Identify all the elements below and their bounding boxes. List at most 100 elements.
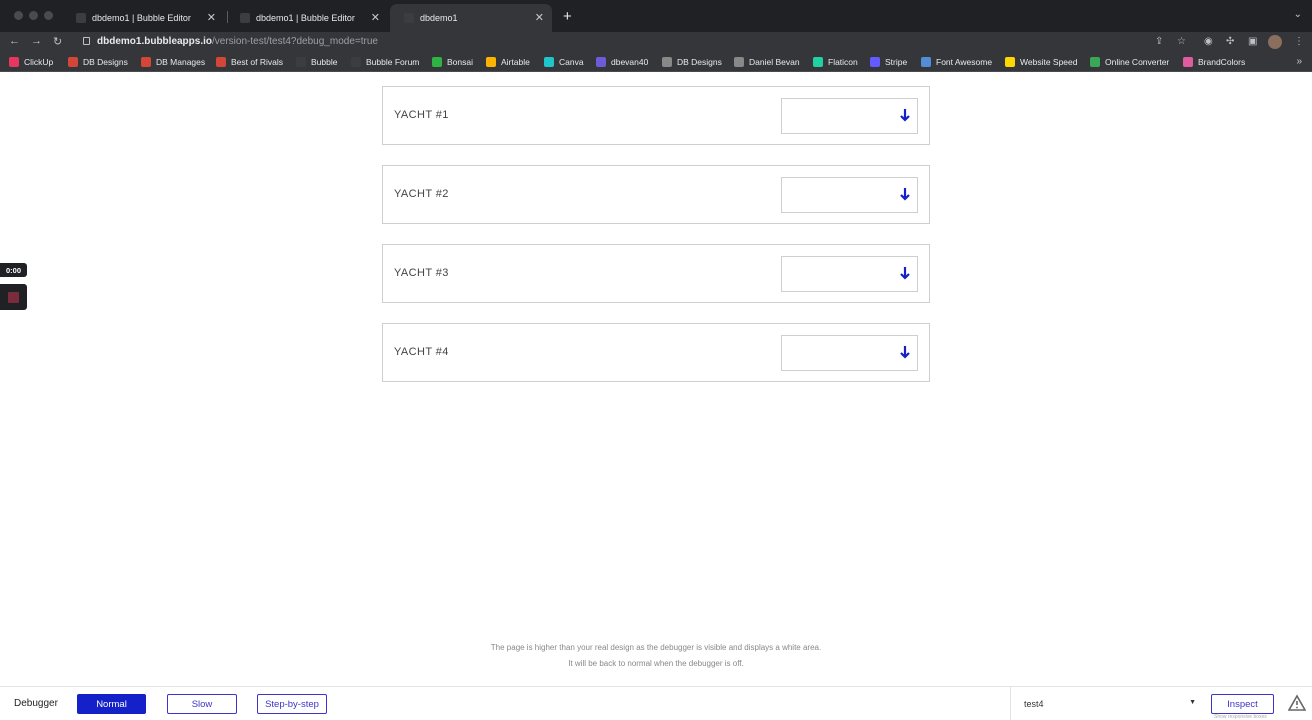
recording-timer: 0:00 — [0, 263, 27, 277]
page-select-dropdown[interactable]: test4 ▼ — [1010, 687, 1204, 720]
tab-title: dbdemo1 — [420, 13, 458, 23]
show-responsive-boxes-link[interactable]: Show responsive boxes — [1214, 714, 1267, 720]
tab-favicon — [404, 13, 414, 23]
bookmark-label: Bubble — [311, 57, 338, 67]
mode-slow-button[interactable]: Slow — [167, 694, 237, 714]
forward-arrow-icon[interactable]: → — [31, 35, 42, 47]
bookmark-canva[interactable]: Canva — [544, 57, 584, 67]
yacht-dropdown[interactable] — [781, 177, 918, 213]
bookmarks-overflow-icon[interactable]: » — [1296, 56, 1302, 67]
bookmark-dbevan40[interactable]: dbevan40 — [596, 57, 648, 67]
arrow-down-icon — [900, 267, 910, 280]
url-path: /version-test/test4?debug_mode=true — [212, 36, 378, 47]
bubble-icon — [351, 57, 361, 67]
bookmark-clickup[interactable]: ClickUp — [9, 57, 53, 67]
bookmark-star-icon[interactable]: ☆ — [1177, 36, 1186, 47]
window-close-dot[interactable] — [14, 11, 23, 20]
caret-down-icon: ▼ — [1189, 699, 1196, 706]
arrow-down-icon — [900, 346, 910, 359]
bookmark-db-manages[interactable]: DB Manages — [141, 57, 205, 67]
bookmark-label: Bonsai — [447, 57, 473, 67]
yacht-row: YACHT #2 — [382, 165, 930, 224]
yacht-dropdown[interactable] — [781, 256, 918, 292]
gmail-icon — [68, 57, 78, 67]
tab-close-icon[interactable]: ✕ — [535, 11, 544, 24]
bookmark-label: Stripe — [885, 57, 908, 67]
extensions-puzzle-icon[interactable]: ✣ — [1226, 36, 1234, 47]
bookmark-daniel-bevan[interactable]: Daniel Bevan — [734, 57, 800, 67]
tab-close-icon[interactable]: ✕ — [371, 11, 380, 24]
new-tab-button[interactable]: + — [563, 8, 572, 25]
browser-menu-icon[interactable]: ⋮ — [1294, 36, 1304, 47]
yacht-dropdown[interactable] — [781, 335, 918, 371]
browser-tab-1[interactable]: dbdemo1 | Bubble Editor ✕ — [62, 4, 224, 32]
yacht-dropdown[interactable] — [781, 98, 918, 134]
bookmark-icon — [9, 57, 19, 67]
bookmark-bubble-forum[interactable]: Bubble Forum — [351, 57, 419, 67]
side-panel-icon[interactable]: ▣ — [1248, 36, 1257, 47]
yacht-label: YACHT #3 — [394, 267, 449, 279]
bookmark-bonsai[interactable]: Bonsai — [432, 57, 473, 67]
bookmark-label: Online Converter — [1105, 57, 1170, 67]
tab-search-icon[interactable]: ⌄ — [1294, 9, 1302, 20]
inspect-button[interactable]: Inspect — [1211, 694, 1274, 714]
page-content: YACHT #1 YACHT #2 YACHT #3 YACHT #4 The … — [0, 72, 1312, 686]
mode-normal-button[interactable]: Normal — [77, 694, 146, 714]
bookmark-label: ClickUp — [24, 57, 54, 67]
debugger-notice-line2: It will be back to normal when the debug… — [568, 659, 744, 668]
bookmark-label: Canva — [559, 57, 584, 67]
flaticon-icon — [813, 57, 823, 67]
bookmark-db-designs-2[interactable]: DB Designs — [662, 57, 722, 67]
bookmark-db-designs[interactable]: DB Designs — [68, 57, 128, 67]
arrow-down-icon — [900, 188, 910, 201]
lock-icon[interactable] — [83, 37, 90, 45]
bookmark-stripe[interactable]: Stripe — [870, 57, 907, 67]
bookmark-best-of-rivals[interactable]: Best of Rivals — [216, 57, 283, 67]
address-bar[interactable]: dbdemo1.bubbleapps.io/version-test/test4… — [97, 36, 378, 47]
warning-icon[interactable] — [1288, 694, 1306, 712]
arrow-down-icon — [900, 109, 910, 122]
browser-tab-2[interactable]: dbdemo1 | Bubble Editor ✕ — [226, 4, 388, 32]
share-icon[interactable]: ⇪ — [1155, 36, 1163, 47]
gmail-icon — [141, 57, 151, 67]
bookmark-bubble[interactable]: Bubble — [296, 57, 337, 67]
bookmark-label: DB Manages — [156, 57, 206, 67]
camera-extension-icon[interactable]: ◉ — [1204, 36, 1213, 47]
stop-icon — [8, 292, 19, 303]
bookmark-label: DB Designs — [83, 57, 128, 67]
window-zoom-dot[interactable] — [44, 11, 53, 20]
canva-icon — [544, 57, 554, 67]
page-select-value: test4 — [1024, 699, 1044, 709]
recording-stop-button[interactable] — [0, 284, 27, 310]
bookmark-icon — [734, 57, 744, 67]
profile-avatar[interactable] — [1268, 35, 1282, 49]
debugger-bar: Debugger Normal Slow Step-by-step test4 … — [0, 686, 1312, 720]
bookmark-label: Website Speed — [1020, 57, 1078, 67]
bookmark-online-converter[interactable]: Online Converter — [1090, 57, 1169, 67]
browser-toolbar: ← → ↻ dbdemo1.bubbleapps.io/version-test… — [0, 32, 1312, 53]
bookmark-brandcolors[interactable]: BrandColors — [1183, 57, 1245, 67]
tab-close-icon[interactable]: ✕ — [207, 11, 216, 24]
bookmark-label: Bubble Forum — [366, 57, 420, 67]
bookmark-airtable[interactable]: Airtable — [486, 57, 530, 67]
bookmark-flaticon[interactable]: Flaticon — [813, 57, 858, 67]
yacht-row: YACHT #1 — [382, 86, 930, 145]
back-arrow-icon[interactable]: ← — [9, 35, 20, 47]
yacht-row: YACHT #3 — [382, 244, 930, 303]
window-minimize-dot[interactable] — [29, 11, 38, 20]
reload-icon[interactable]: ↻ — [53, 35, 62, 48]
bookmark-font-awesome[interactable]: Font Awesome — [921, 57, 992, 67]
mode-step-by-step-button[interactable]: Step-by-step — [257, 694, 327, 714]
tab-title: dbdemo1 | Bubble Editor — [92, 13, 191, 23]
debugger-notice-line1: The page is higher than your real design… — [490, 643, 822, 652]
bubble-icon — [296, 57, 306, 67]
yacht-label: YACHT #4 — [394, 346, 449, 358]
browser-tab-3-active[interactable]: dbdemo1 ✕ — [390, 4, 552, 32]
bookmark-label: Best of Rivals — [231, 57, 283, 67]
converter-icon — [1090, 57, 1100, 67]
bookmarks-bar: ClickUp DB Designs DB Manages Best of Ri… — [0, 53, 1312, 72]
bookmark-website-speed[interactable]: Website Speed — [1005, 57, 1078, 67]
airtable-icon — [486, 57, 496, 67]
browser-tab-strip: dbdemo1 | Bubble Editor ✕ dbdemo1 | Bubb… — [0, 0, 1312, 32]
tab-favicon — [76, 13, 86, 23]
